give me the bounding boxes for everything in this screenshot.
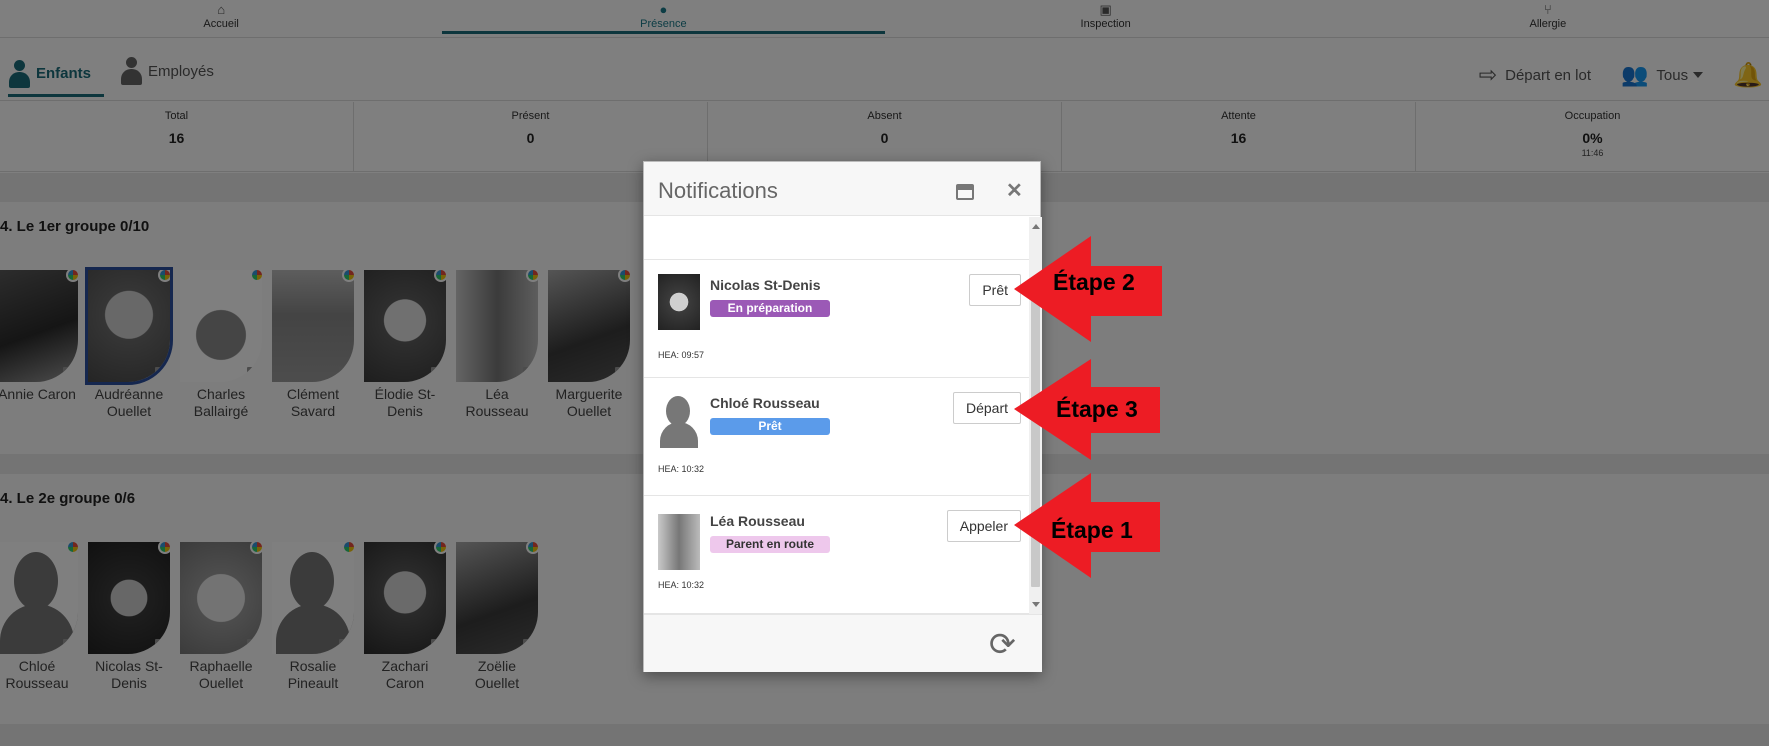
modal-footer: ⟳ — [644, 614, 1042, 672]
status-badge: Prêt — [710, 418, 830, 435]
modal-title: Notifications — [658, 178, 778, 203]
notification-item: Chloé Rousseau Prêt HEA: 10:32 Départ — [644, 377, 1029, 495]
notification-time: HEA: 10:32 — [658, 580, 705, 590]
kid-thumbnail — [658, 274, 700, 330]
appeler-button[interactable]: Appeler — [946, 510, 1021, 542]
annotation-arrow: Étape 2 — [1014, 236, 1164, 342]
depart-button[interactable]: Départ — [952, 392, 1021, 424]
notification-time: HEA: 09:57 — [658, 350, 705, 360]
notifications-list: Nicolas St-Denis En préparation HEA: 09:… — [644, 217, 1042, 614]
notification-name: Léa Rousseau — [710, 513, 805, 529]
annotation-arrow: Étape 1 — [1014, 473, 1164, 578]
minimize-icon[interactable] — [956, 184, 974, 200]
scroll-up-icon[interactable] — [1032, 224, 1040, 229]
annotation-label: Étape 2 — [1053, 269, 1135, 295]
notification-item: Léa Rousseau Parent en route HEA: 10:32 … — [644, 495, 1029, 614]
refresh-icon[interactable]: ⟳ — [989, 625, 1016, 663]
notification-time: HEA: 10:32 — [658, 464, 705, 474]
annotation-label: Étape 1 — [1051, 517, 1133, 543]
notification-item: Nicolas St-Denis En préparation HEA: 09:… — [644, 259, 1029, 377]
notification-name: Nicolas St-Denis — [710, 277, 821, 293]
close-icon[interactable]: ✕ — [1006, 178, 1023, 203]
notifications-modal: Notifications ✕ Nicolas St-Denis En prép… — [643, 161, 1042, 672]
status-badge: En préparation — [710, 300, 830, 317]
status-badge: Parent en route — [710, 536, 830, 553]
annotation-arrow: Étape 3 — [1014, 359, 1164, 460]
kid-thumbnail — [658, 514, 700, 570]
silhouette-icon — [658, 392, 700, 448]
notification-name: Chloé Rousseau — [710, 395, 820, 411]
scroll-down-icon[interactable] — [1032, 602, 1040, 607]
kid-thumbnail — [658, 392, 700, 448]
modal-header: Notifications ✕ — [644, 162, 1040, 216]
annotation-label: Étape 3 — [1056, 396, 1138, 422]
